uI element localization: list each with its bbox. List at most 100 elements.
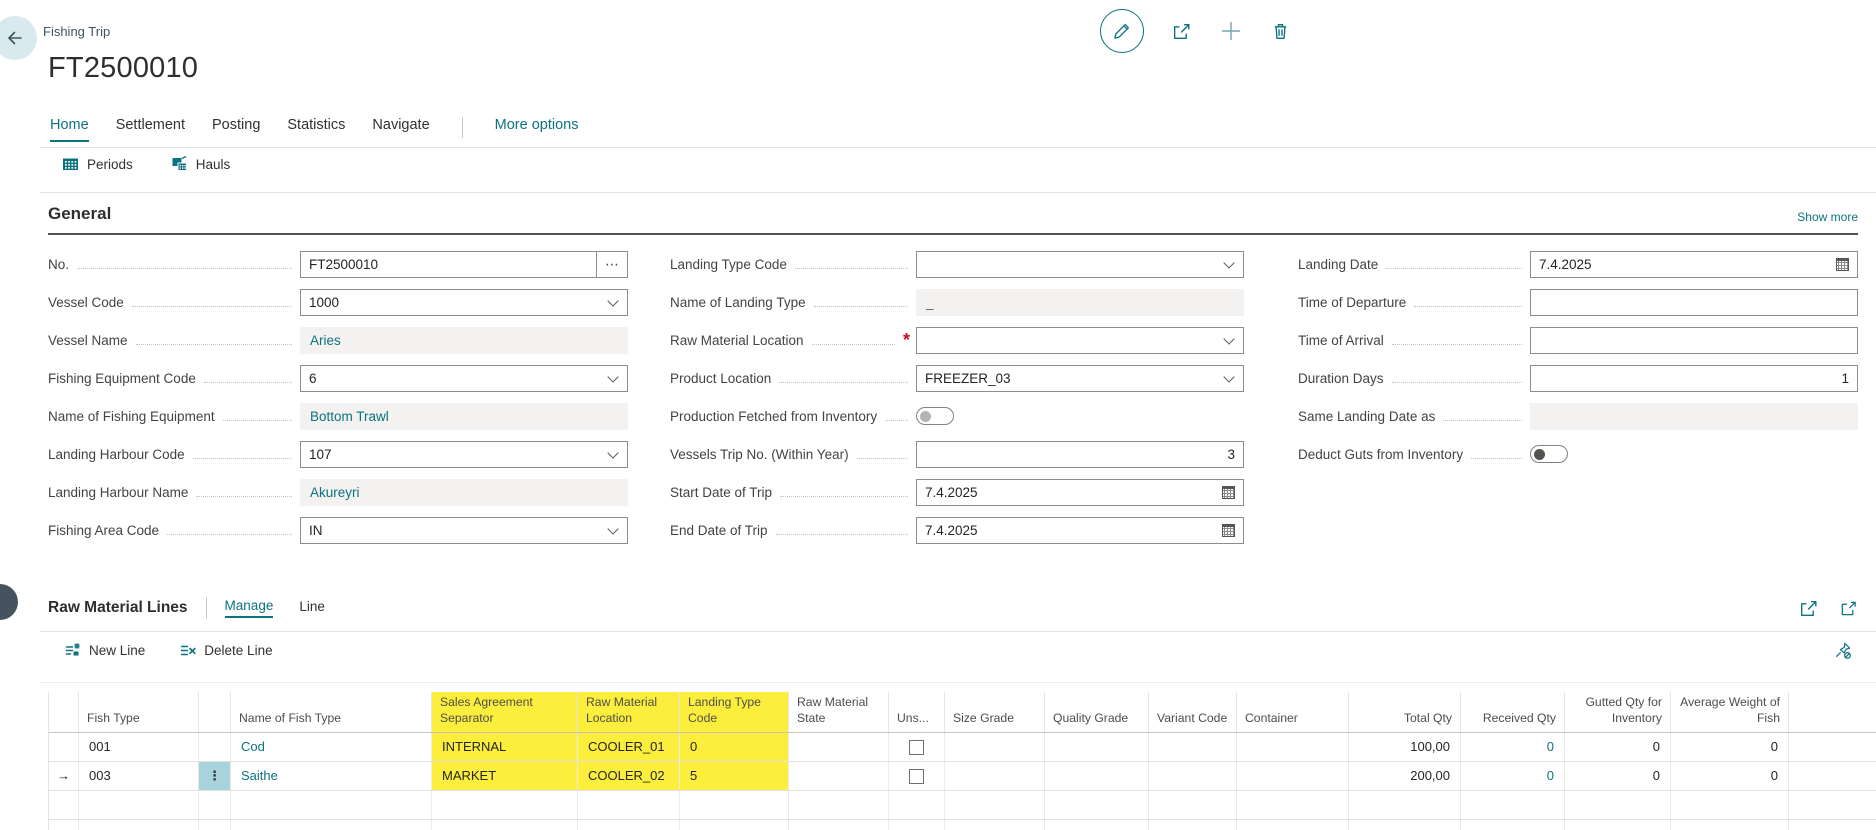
- column-header-total-qty[interactable]: Total Qty: [1349, 692, 1461, 732]
- cell-received_qty[interactable]: 0: [1461, 762, 1565, 790]
- cell-total_qty[interactable]: 100,00: [1349, 733, 1461, 761]
- column-header-received-qty[interactable]: Received Qty: [1461, 692, 1565, 732]
- cell-gutted_qty_for_inventory[interactable]: 0: [1565, 733, 1671, 761]
- column-header-uns[interactable]: Uns...: [889, 692, 945, 732]
- tab-more-options[interactable]: More options: [495, 117, 579, 140]
- column-header-raw-material-location[interactable]: Raw Material Location: [578, 692, 680, 732]
- duration-days-input[interactable]: 1: [1530, 365, 1858, 392]
- product-location-dropdown[interactable]: FREEZER_03: [916, 365, 1244, 392]
- cell-variant_code[interactable]: [1149, 733, 1237, 761]
- row-selector[interactable]: [49, 733, 79, 761]
- column-header-gutted-qty-for-inventory[interactable]: Gutted Qty for Inventory: [1565, 692, 1671, 732]
- edit-icon[interactable]: [1100, 9, 1144, 53]
- tab-posting[interactable]: Posting: [212, 117, 260, 140]
- cell-received_qty[interactable]: 0: [1461, 733, 1565, 761]
- new-line-button[interactable]: New Line: [64, 641, 145, 659]
- fishing-area-code-dropdown[interactable]: IN: [300, 517, 628, 544]
- active-row-arrow-icon[interactable]: →: [49, 762, 79, 790]
- cell-fish_type[interactable]: 001: [79, 733, 199, 761]
- column-header-raw-material-state[interactable]: Raw Material State: [789, 692, 889, 732]
- cell-fish_type[interactable]: 003: [79, 762, 199, 790]
- assist-edit-button[interactable]: ⋯: [596, 252, 627, 277]
- column-header-fish-type[interactable]: Fish Type: [79, 692, 199, 732]
- cell-gutted_qty_for_inventory[interactable]: 0: [1565, 762, 1671, 790]
- vessel-code-dropdown[interactable]: 1000: [300, 289, 628, 316]
- share-icon[interactable]: [1171, 21, 1192, 42]
- empty-table-row[interactable]: [49, 820, 1876, 830]
- cell-sales_agreement_separator[interactable]: MARKET: [432, 762, 578, 790]
- no-input[interactable]: FT2500010⋯: [300, 251, 628, 278]
- cell-name_of_fish_type[interactable]: Cod: [231, 733, 432, 761]
- cell-quality_grade[interactable]: [1045, 733, 1149, 761]
- column-header-variant-code[interactable]: Variant Code: [1149, 692, 1237, 732]
- calendar-icon[interactable]: [1836, 258, 1849, 271]
- cell-raw_material_state[interactable]: [789, 762, 889, 790]
- back-button[interactable]: [0, 16, 37, 60]
- row-menu-button[interactable]: ⋮: [199, 762, 231, 790]
- unspecified-checkbox[interactable]: [909, 769, 924, 784]
- cell-raw_material_state[interactable]: [789, 733, 889, 761]
- column-header-average-weight-of-fish[interactable]: Average Weight of Fish: [1671, 692, 1789, 732]
- cell-sales_agreement_separator[interactable]: INTERNAL: [432, 733, 578, 761]
- floating-widget-button[interactable]: [0, 584, 18, 620]
- lines-menu-manage[interactable]: Manage: [225, 598, 274, 618]
- landing-harbour-code-dropdown[interactable]: 107: [300, 441, 628, 468]
- raw-material-location-dropdown[interactable]: [916, 327, 1244, 354]
- cell-overflow[interactable]: [1789, 762, 1876, 790]
- ribbon-button-periods[interactable]: Periods: [62, 156, 133, 172]
- calendar-icon[interactable]: [1222, 486, 1235, 499]
- delete-icon[interactable]: [1270, 21, 1291, 42]
- column-header-overflow[interactable]: [1789, 692, 1876, 732]
- share-icon[interactable]: [1798, 598, 1819, 619]
- lines-menu-line[interactable]: Line: [299, 599, 325, 617]
- cell-size_grade[interactable]: [945, 762, 1045, 790]
- cell-size_grade[interactable]: [945, 733, 1045, 761]
- deduct-guts-from-inventory-toggle[interactable]: [1530, 445, 1568, 463]
- column-header-size-grade[interactable]: Size Grade: [945, 692, 1045, 732]
- tab-navigate[interactable]: Navigate: [372, 117, 429, 140]
- breadcrumb[interactable]: Fishing Trip: [43, 24, 110, 39]
- focus-mode-icon[interactable]: [1839, 599, 1858, 618]
- table-row[interactable]: →003⋮SaitheMARKETCOOLER_025200,00000: [49, 762, 1876, 791]
- start-date-of-trip-input[interactable]: 7.4.2025: [916, 479, 1244, 506]
- cell-overflow[interactable]: [1789, 733, 1876, 761]
- cell-name_of_fish_type[interactable]: Saithe: [231, 762, 432, 790]
- general-section-title[interactable]: General: [48, 204, 111, 224]
- ribbon-button-hauls[interactable]: Hauls: [171, 156, 231, 172]
- tab-settlement[interactable]: Settlement: [116, 117, 185, 140]
- cell-landing_type_code[interactable]: 5: [680, 762, 789, 790]
- unpin-icon[interactable]: [1833, 641, 1852, 660]
- column-header-menu[interactable]: [199, 692, 231, 732]
- time-of-departure-input[interactable]: [1530, 289, 1858, 316]
- column-header-sel[interactable]: [49, 692, 79, 732]
- column-header-container[interactable]: Container: [1237, 692, 1349, 732]
- delete-line-button[interactable]: Delete Line: [179, 641, 272, 659]
- vessel-name-value[interactable]: Aries: [300, 327, 628, 354]
- end-date-of-trip-input[interactable]: 7.4.2025: [916, 517, 1244, 544]
- column-header-name-of-fish-type[interactable]: Name of Fish Type: [231, 692, 432, 732]
- landing-type-code-dropdown[interactable]: [916, 251, 1244, 278]
- column-header-sales-agreement-separator[interactable]: Sales Agreement Separator: [432, 692, 578, 732]
- cell-container[interactable]: [1237, 762, 1349, 790]
- empty-table-row[interactable]: [49, 791, 1876, 820]
- landing-date-input[interactable]: 7.4.2025: [1530, 251, 1858, 278]
- cell-average_weight_of_fish[interactable]: 0: [1671, 762, 1789, 790]
- landing-harbour-name-value[interactable]: Akureyri: [300, 479, 628, 506]
- cell-variant_code[interactable]: [1149, 762, 1237, 790]
- time-of-arrival-input[interactable]: [1530, 327, 1858, 354]
- calendar-icon[interactable]: [1222, 524, 1235, 537]
- cell-container[interactable]: [1237, 733, 1349, 761]
- production-fetched-from-inventory-toggle[interactable]: [916, 407, 954, 425]
- fishing-equipment-code-dropdown[interactable]: 6: [300, 365, 628, 392]
- cell-raw_material_location[interactable]: COOLER_01: [578, 733, 680, 761]
- cell-average_weight_of_fish[interactable]: 0: [1671, 733, 1789, 761]
- cell-quality_grade[interactable]: [1045, 762, 1149, 790]
- add-icon[interactable]: [1219, 19, 1243, 43]
- unspecified-checkbox[interactable]: [909, 740, 924, 755]
- tab-home[interactable]: Home: [50, 117, 89, 142]
- cell-landing_type_code[interactable]: 0: [680, 733, 789, 761]
- vessels-trip-no-within-year-input[interactable]: 3: [916, 441, 1244, 468]
- column-header-quality-grade[interactable]: Quality Grade: [1045, 692, 1149, 732]
- cell-raw_material_location[interactable]: COOLER_02: [578, 762, 680, 790]
- column-header-landing-type-code[interactable]: Landing Type Code: [680, 692, 789, 732]
